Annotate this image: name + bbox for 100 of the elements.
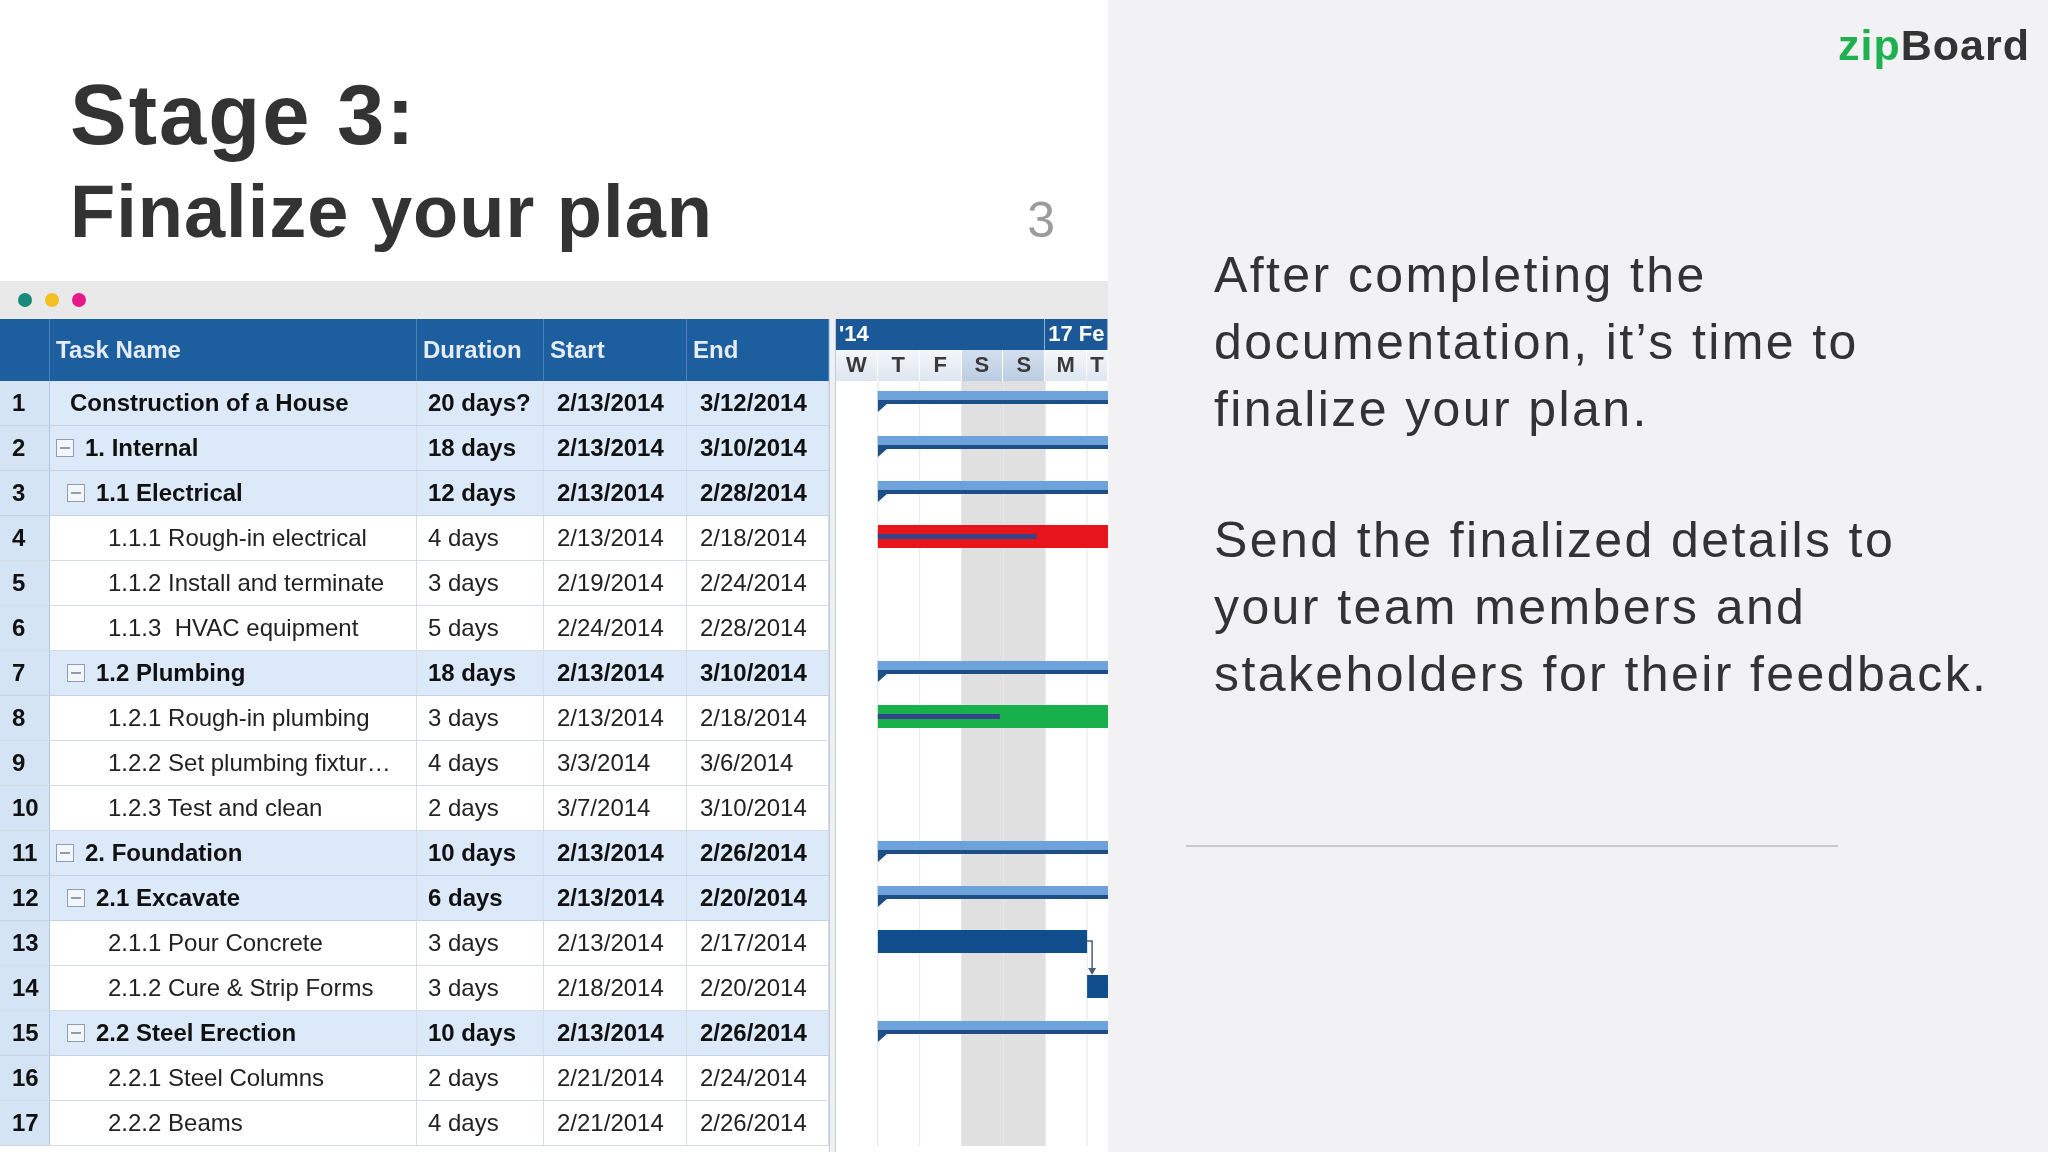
table-row[interactable]: 6 1.1.3 HVAC equipment 5 days 2/24/2014 2/28/2014 bbox=[0, 605, 829, 651]
duration: 2 days bbox=[417, 785, 544, 830]
table-row[interactable]: 2 1. Internal 18 days 2/13/2014 3/10/2014 bbox=[0, 425, 829, 471]
start-date: 2/13/2014 bbox=[544, 875, 687, 920]
task-name: 2.1.1 Pour Concrete bbox=[108, 928, 323, 957]
row-number: 7 bbox=[0, 650, 50, 695]
duration: 4 days bbox=[417, 1100, 544, 1145]
start-date: 2/13/2014 bbox=[544, 425, 687, 470]
body-text: Send the finalized details to your team members and stakeholders for their feedback. bbox=[1214, 511, 1990, 705]
start-date: 2/13/2014 bbox=[544, 650, 687, 695]
duration: 3 days bbox=[417, 920, 544, 965]
table-row[interactable]: 12 2.1 Excavate 6 days 2/13/2014 2/20/2014 bbox=[0, 875, 829, 921]
task-name: 2.1.2 Cure & Strip Forms bbox=[108, 973, 374, 1002]
row-number: 1 bbox=[0, 380, 50, 425]
collapse-icon[interactable] bbox=[67, 1023, 85, 1042]
duration: 10 days bbox=[417, 1010, 544, 1055]
table-row[interactable]: 11 2. Foundation 10 days 2/13/2014 2/26/2014 bbox=[0, 830, 829, 876]
table-row[interactable]: 1 Construction of a House 20 days? 2/13/2014 3/12/2014 bbox=[0, 380, 829, 426]
start-date: 3/7/2014 bbox=[544, 785, 687, 830]
task-name: 1.1 Electrical bbox=[96, 478, 243, 507]
row-number: 4 bbox=[0, 515, 50, 560]
row-number: 5 bbox=[0, 560, 50, 605]
duration: 3 days bbox=[417, 695, 544, 740]
table-row[interactable]: 17 2.2.2 Beams 4 days 2/21/2014 2/26/2014 bbox=[0, 1100, 829, 1146]
duration: 12 days bbox=[417, 470, 544, 515]
row-number: 6 bbox=[0, 605, 50, 650]
task-name: 2.2 Steel Erection bbox=[96, 1018, 297, 1047]
task-name: 2. Foundation bbox=[85, 838, 243, 867]
duration: 4 days bbox=[417, 515, 544, 560]
brand-logo: zipBoard bbox=[1838, 22, 2030, 70]
collapse-icon[interactable] bbox=[67, 888, 85, 907]
column-header[interactable]: Task Name bbox=[50, 318, 417, 381]
task-name: 1.1.3 HVAC equipment bbox=[108, 613, 359, 642]
week-header: '14 bbox=[836, 318, 1046, 350]
table-row[interactable]: 5 1.1.2 Install and terminate 3 days 2/19/2014 2/24/2014 bbox=[0, 560, 829, 606]
row-number: 16 bbox=[0, 1055, 50, 1100]
row-number: 15 bbox=[0, 1010, 50, 1055]
table-row[interactable]: 14 2.1.2 Cure & Strip Forms 3 days 2/18/2014 2/20/2014 bbox=[0, 965, 829, 1011]
task-name: 1.1.2 Install and terminate bbox=[108, 568, 385, 597]
duration: 5 days bbox=[417, 605, 544, 650]
duration: 3 days bbox=[417, 965, 544, 1010]
start-date: 2/24/2014 bbox=[544, 605, 687, 650]
day-header: S bbox=[1003, 349, 1046, 381]
duration: 6 days bbox=[417, 875, 544, 920]
task-name: 1.2 Plumbing bbox=[96, 658, 246, 687]
row-number: 2 bbox=[0, 425, 50, 470]
table-row[interactable]: 8 1.2.1 Rough-in plumbing 3 days 2/13/2014 2/18/2014 bbox=[0, 695, 829, 741]
task-name: 1. Internal bbox=[85, 433, 199, 462]
duration: 20 days? bbox=[417, 380, 544, 425]
duration: 18 days bbox=[417, 650, 544, 695]
start-date: 3/3/2014 bbox=[544, 740, 687, 785]
row-number: 13 bbox=[0, 920, 50, 965]
row-number: 9 bbox=[0, 740, 50, 785]
start-date: 2/13/2014 bbox=[544, 470, 687, 515]
start-date: 2/13/2014 bbox=[544, 380, 687, 425]
day-header: W bbox=[836, 349, 878, 381]
day-header: T bbox=[1087, 349, 1108, 381]
table-row[interactable]: 4 1.1.1 Rough-in electrical 4 days 2/13/2014 2/18/2014 bbox=[0, 515, 829, 561]
slide-title: Stage 3: bbox=[70, 66, 418, 164]
row-number: 12 bbox=[0, 875, 50, 920]
dependency-arrow bbox=[1086, 940, 1097, 975]
day-header: M bbox=[1045, 349, 1088, 381]
table-row[interactable]: 15 2.2 Steel Erection 10 days 2/13/2014 2/26/2014 bbox=[0, 1010, 829, 1056]
start-date: 2/13/2014 bbox=[544, 695, 687, 740]
collapse-icon[interactable] bbox=[67, 483, 85, 502]
task-name: 1.2.1 Rough-in plumbing bbox=[108, 703, 370, 732]
task-name: 2.1 Excavate bbox=[96, 883, 241, 912]
start-date: 2/19/2014 bbox=[544, 560, 687, 605]
window-control-icon[interactable] bbox=[72, 292, 86, 307]
collapse-icon[interactable] bbox=[67, 663, 85, 682]
task-name: 1.1.1 Rough-in electrical bbox=[108, 523, 367, 552]
pane-splitter[interactable] bbox=[829, 318, 836, 1152]
table-row[interactable]: 7 1.2 Plumbing 18 days 2/13/2014 3/10/2014 bbox=[0, 650, 829, 696]
task-name: 1.2.3 Test and clean bbox=[108, 793, 323, 822]
page-number: 3 bbox=[1027, 191, 1055, 250]
column-header[interactable]: Start bbox=[544, 318, 687, 381]
start-date: 2/21/2014 bbox=[544, 1100, 687, 1145]
start-date: 2/13/2014 bbox=[544, 1010, 687, 1055]
table-row[interactable]: 10 1.2.3 Test and clean 2 days 3/7/2014 3/10/2014 bbox=[0, 785, 829, 831]
task-name: 2.2.2 Beams bbox=[108, 1108, 243, 1137]
task-name: 2.2.1 Steel Columns bbox=[108, 1063, 325, 1092]
row-number: 3 bbox=[0, 470, 50, 515]
table-row[interactable]: 3 1.1 Electrical 12 days 2/13/2014 2/28/2014 bbox=[0, 470, 829, 516]
task-name: 1.2.2 Set plumbing fixtur… bbox=[108, 748, 391, 777]
duration: 18 days bbox=[417, 425, 544, 470]
table-row[interactable]: 16 2.2.1 Steel Columns 2 days 2/21/2014 2/24/2014 bbox=[0, 1055, 829, 1101]
row-number: 8 bbox=[0, 695, 50, 740]
start-date: 2/13/2014 bbox=[544, 515, 687, 560]
collapse-icon[interactable] bbox=[56, 843, 74, 862]
collapse-icon[interactable] bbox=[56, 438, 74, 457]
table-row[interactable]: 9 1.2.2 Set plumbing fixtur… 4 days 3/3/2014 3/6/2014 bbox=[0, 740, 829, 786]
row-number: 11 bbox=[0, 830, 50, 875]
window-control-icon[interactable] bbox=[18, 292, 32, 307]
table-row[interactable]: 13 2.1.1 Pour Concrete 3 days 2/13/2014 2/17/2014 bbox=[0, 920, 829, 966]
row-number: 14 bbox=[0, 965, 50, 1010]
row-number: 10 bbox=[0, 785, 50, 830]
start-date: 2/18/2014 bbox=[544, 965, 687, 1010]
duration: 10 days bbox=[417, 830, 544, 875]
duration: 3 days bbox=[417, 560, 544, 605]
column-header[interactable]: Duration bbox=[417, 318, 544, 381]
